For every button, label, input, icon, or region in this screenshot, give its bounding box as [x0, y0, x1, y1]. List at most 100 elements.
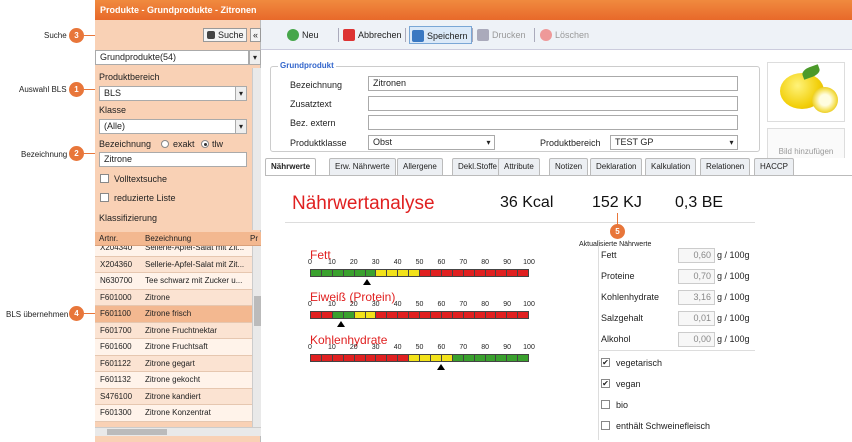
col-pr[interactable]: Pr	[250, 232, 258, 246]
chevron-down-icon[interactable]: ▾	[249, 50, 261, 65]
add-image-label: Bild hinzufügen	[778, 147, 834, 156]
table-row[interactable]: F601700 Zitrone Fruchtnektar	[95, 322, 253, 339]
scrollbar-thumb[interactable]	[254, 296, 261, 326]
bez-extern-label: Bez. extern	[290, 118, 336, 128]
table-row[interactable]: F601132 Zitrone gekocht	[95, 372, 253, 389]
printer-icon	[477, 29, 489, 41]
tick-label: 30	[371, 344, 380, 351]
table-row[interactable]: F601122 Zitrone gegart	[95, 355, 253, 372]
col-bezeichnung[interactable]: Bezeichnung	[145, 232, 191, 246]
tab-2[interactable]: Allergene	[397, 158, 443, 175]
tick-label: 70	[459, 344, 468, 351]
scale-segment	[507, 355, 519, 361]
tick-label: 40	[393, 259, 402, 266]
separator	[472, 28, 473, 42]
row-artnr: F601600	[100, 342, 132, 351]
table-row[interactable]: F601000 Zitrone	[95, 289, 253, 306]
save-button[interactable]: Speichern	[409, 26, 472, 44]
new-button[interactable]: Neu	[285, 26, 322, 44]
zusatztext-input[interactable]	[368, 96, 738, 111]
tab-7[interactable]: Kalkulation	[645, 158, 697, 175]
flag-checkbox[interactable]: ✔	[601, 379, 610, 388]
filter-scrollbar[interactable]	[252, 68, 261, 230]
bezeichnung-input-value: Zitrone	[104, 154, 133, 164]
table-row[interactable]: F601100 Zitrone frisch	[95, 306, 253, 323]
tab-4[interactable]: Attribute	[498, 158, 540, 175]
table-row[interactable]: X204340 Sellerie-Apfel-Salat mit Zit...	[95, 246, 253, 257]
scale-segment	[430, 312, 442, 318]
cancel-button[interactable]: Abbrechen	[341, 26, 405, 44]
scale-segment	[354, 355, 366, 361]
tab-0[interactable]: Nährwerte	[265, 158, 317, 176]
add-image-button[interactable]: Bild hinzufügen	[767, 128, 845, 158]
be-value: 0,3 BE	[675, 194, 724, 211]
row-bezeichnung: Zitrone gekocht	[145, 375, 201, 384]
tick-label: 70	[459, 301, 468, 308]
table-row[interactable]: S476100 Zitrone kandiert	[95, 388, 253, 405]
tab-8[interactable]: Relationen	[700, 158, 751, 175]
scale-segment	[452, 270, 464, 276]
produktklasse-select[interactable]: Obst ▾	[368, 135, 495, 150]
tick-label: 70	[459, 259, 468, 266]
print-button-label: Drucken	[492, 30, 526, 40]
table-scrollbar[interactable]	[252, 246, 261, 427]
form-bezeichnung-input[interactable]: Zitronen	[368, 76, 738, 91]
tick-label: 20	[349, 344, 358, 351]
tab-9[interactable]: HACCP	[754, 158, 795, 175]
table-hscrollbar[interactable]	[95, 427, 261, 436]
scale-segment	[507, 312, 519, 318]
tick-label: 0	[308, 259, 312, 266]
flag-checkbox[interactable]	[601, 400, 610, 409]
flag-label: bio	[616, 400, 629, 410]
produktbereich-select[interactable]: BLS ▾	[99, 86, 247, 101]
produktklasse-value: Obst	[373, 137, 393, 147]
tick-label: 0	[308, 301, 312, 308]
table-row[interactable]: X204360 Sellerie-Apfel-Salat mit Zit...	[95, 256, 253, 273]
row-artnr: F601132	[100, 375, 131, 384]
scale-segment	[343, 355, 355, 361]
tick-label: 30	[371, 301, 380, 308]
col-artnr[interactable]: Artnr.	[99, 232, 118, 246]
tab-1[interactable]: Erw. Nährwerte	[329, 158, 396, 175]
delete-button[interactable]: Löschen	[538, 26, 592, 44]
scale-segment	[496, 355, 508, 361]
form-produktbereich-value: TEST GP	[615, 137, 654, 147]
collapse-icon[interactable]: «	[250, 28, 261, 42]
reduzierte-liste-checkbox[interactable]	[100, 193, 109, 202]
row-bezeichnung: Sellerie-Apfel-Salat mit Zit...	[145, 259, 245, 269]
flag-label: vegan	[616, 379, 641, 389]
nutrient-unit: g / 100g	[717, 313, 750, 323]
tab-6[interactable]: Deklaration	[590, 158, 643, 175]
tick-label: 40	[393, 344, 402, 351]
flag-checkbox[interactable]: ✔	[601, 358, 610, 367]
volltextsuche-checkbox[interactable]	[100, 174, 109, 183]
hscrollbar-thumb[interactable]	[107, 429, 167, 435]
nutrient-value: 0,60	[678, 248, 715, 263]
table-row[interactable]: F601300 Zitrone Konzentrat	[95, 405, 253, 422]
table-row[interactable]: N630700 Tee schwarz mit Zucker u...	[95, 273, 253, 290]
tab-5[interactable]: Notizen	[549, 158, 589, 175]
separator	[534, 28, 535, 42]
form-produktbereich-select[interactable]: TEST GP ▾	[610, 135, 738, 150]
delete-button-label: Löschen	[555, 30, 590, 40]
radio-exakt[interactable]	[161, 140, 169, 148]
search-button[interactable]: Suche	[203, 28, 247, 42]
bezeichnung-input[interactable]: Zitrone	[99, 152, 247, 167]
print-button[interactable]: Drucken	[475, 26, 529, 44]
scale-segment	[420, 312, 431, 318]
category-select[interactable]: Grundprodukte(54)	[95, 50, 249, 65]
table-row[interactable]: F601600 Zitrone Fruchtsaft	[95, 339, 253, 356]
tick-label: 100	[523, 301, 535, 308]
row-bezeichnung: Zitrone frisch	[145, 309, 192, 318]
klasse-select[interactable]: (Alle) ▾	[99, 119, 247, 134]
radio-tlw[interactable]	[201, 140, 209, 148]
scale-segment	[496, 270, 508, 276]
scale-segment	[311, 355, 322, 361]
bez-extern-input[interactable]	[368, 115, 738, 130]
flag-checkbox[interactable]	[601, 421, 610, 430]
row-artnr: S476100	[100, 391, 133, 401]
scale-segment	[485, 355, 497, 361]
nutrient-unit: g / 100g	[717, 292, 750, 302]
tab-3[interactable]: Dekl.Stoffe	[452, 158, 503, 175]
tick-label: 10	[327, 301, 336, 308]
